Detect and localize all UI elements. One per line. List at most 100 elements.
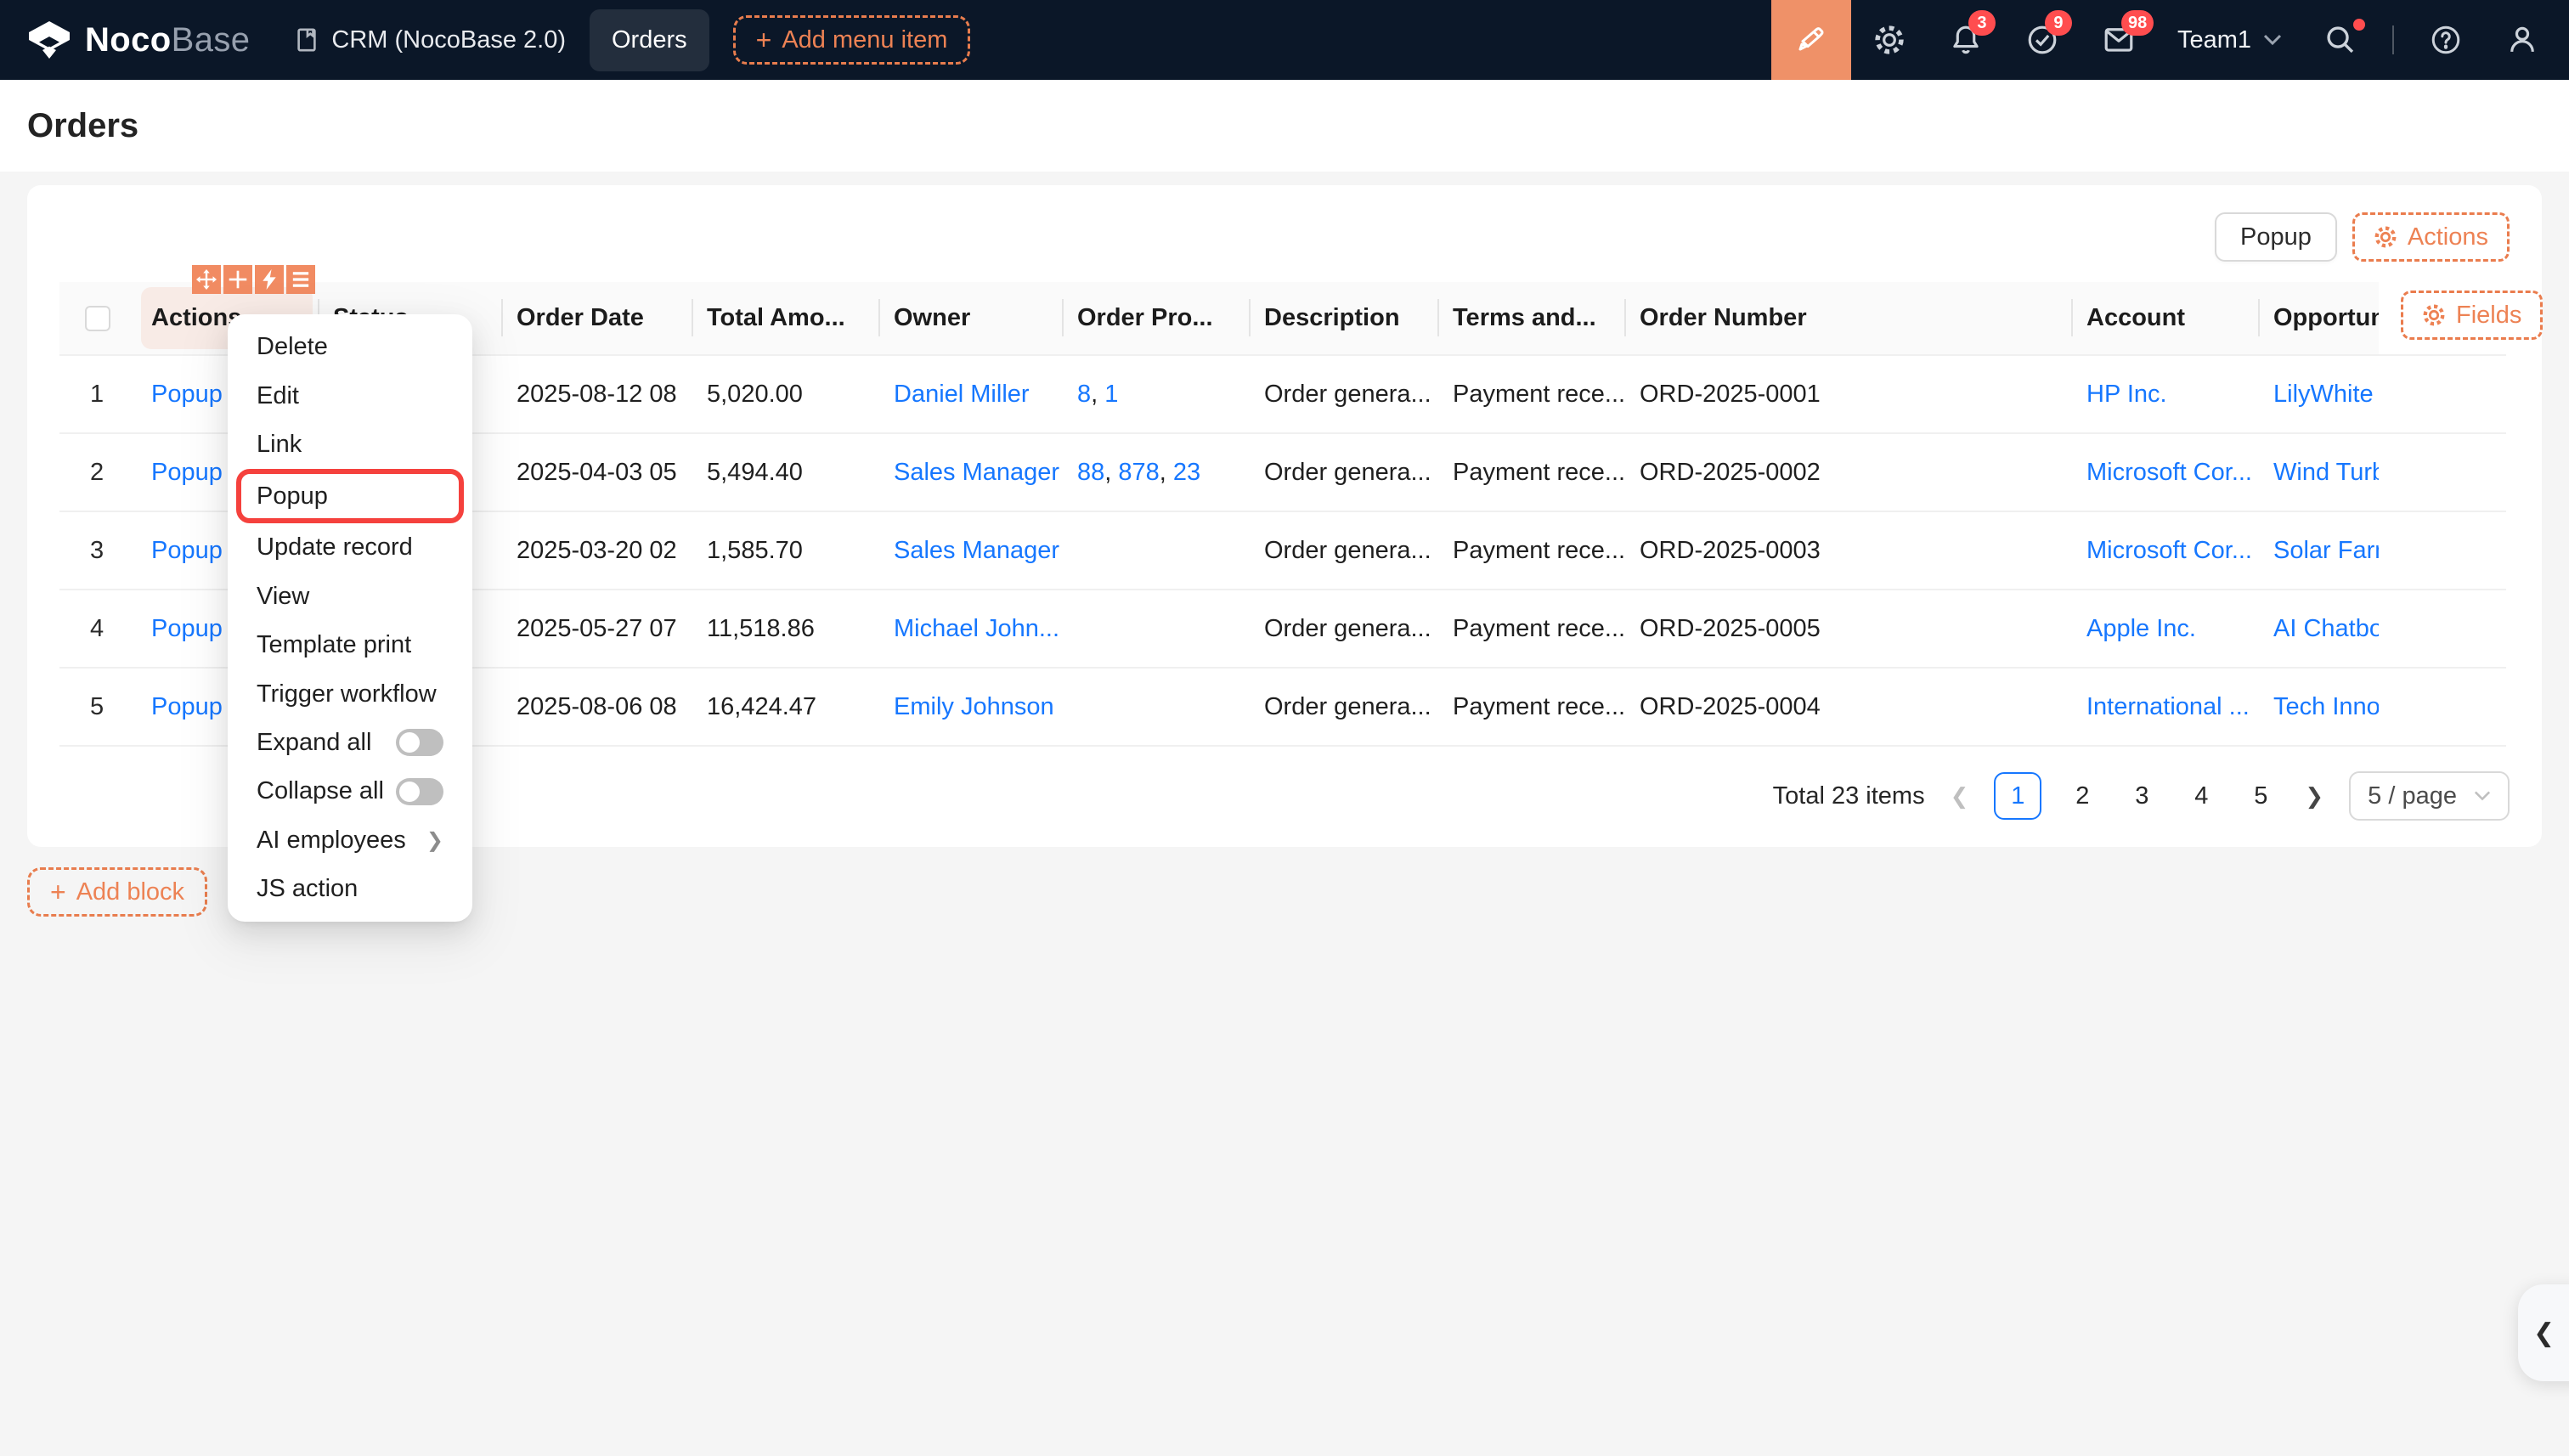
context-menu-item-ai-employees[interactable]: AI employees ❯ [228,816,472,865]
page-number-5[interactable]: 5 [2242,782,2279,810]
row-popup-link[interactable]: Popup [151,537,223,564]
context-menu-item-view[interactable]: View [228,573,472,621]
page-size-select[interactable]: 5 / page [2349,771,2510,821]
settings-button[interactable] [1851,0,1928,80]
chevron-down-icon [2263,34,2282,46]
help-button[interactable] [2408,0,2484,80]
page-number-3[interactable]: 3 [2123,782,2160,810]
column-header-order-number[interactable]: Order Number [1626,282,2073,356]
row-index: 1 [59,355,138,434]
side-panel-toggle[interactable]: ❮ [2518,1284,2569,1381]
add-column-icon[interactable] [223,265,252,294]
column-header-opportunity[interactable]: Opportunit [2260,282,2379,356]
nav-menu-orders[interactable]: Orders [589,8,709,71]
context-menu-item-template-print[interactable]: Template print [228,621,472,669]
cell-total-amount: 16,424.47 [693,668,880,747]
opportunity-link[interactable]: Wind Turbi [2273,459,2379,486]
column-header-total-amount[interactable]: Total Amo... [693,282,880,356]
opportunity-link[interactable]: Solar Farm [2273,537,2379,564]
notifications-button[interactable]: 3 [1928,0,2004,80]
owner-link[interactable]: Sales Manager [894,537,1059,564]
product-link[interactable]: 8 [1077,381,1091,408]
next-page-arrow[interactable]: ❯ [2301,783,2327,810]
cell-filler [2379,590,2506,669]
workspace-menu-item[interactable]: CRM (NocoBase 2.0) [294,26,566,54]
column-header-order-products[interactable]: Order Pro... [1064,282,1251,356]
search-button[interactable] [2302,0,2379,80]
context-menu-item-collapse-all[interactable]: Collapse all [228,767,472,815]
drag-move-icon[interactable] [192,265,221,294]
account-link[interactable]: International ... [2086,693,2250,720]
row-index: 4 [59,590,138,669]
account-link[interactable]: HP Inc. [2086,381,2167,408]
cell-order-products [1064,511,1251,590]
cell-order-number: ORD-2025-0001 [1626,355,2073,434]
row-popup-link[interactable]: Popup [151,381,223,408]
cell-terms: Payment rece... [1439,433,1626,512]
add-block-button[interactable]: + Add block [27,867,208,917]
messages-button[interactable]: 98 [2081,0,2157,80]
opportunity-link[interactable]: AI Chatbot [2273,615,2379,642]
menu-lines-icon[interactable] [286,265,315,294]
context-menu-item-js-action[interactable]: JS action [228,865,472,913]
fields-button[interactable]: Fields [2401,291,2544,340]
account-link[interactable]: Microsoft Cor... [2086,459,2252,486]
column-header-terms[interactable]: Terms and... [1439,282,1626,356]
cell-total-amount: 11,518.86 [693,590,880,669]
plus-icon: + [50,877,66,907]
tasks-button[interactable]: 9 [2004,0,2081,80]
page-number-1[interactable]: 1 [1994,772,2042,820]
row-popup-link[interactable]: Popup [151,615,223,642]
row-popup-link[interactable]: Popup [151,459,223,486]
product-link[interactable]: 878 [1118,459,1159,486]
page-number-2[interactable]: 2 [2064,782,2101,810]
account-link[interactable]: Microsoft Cor... [2086,537,2252,564]
column-header-description[interactable]: Description [1251,282,1439,356]
plus-icon: + [755,25,772,55]
cell-order-date: 2025-03-20 02 [503,511,693,590]
logo-text: NocoBase [85,20,251,59]
designer-toolbar [192,265,315,294]
context-menu-item-update-record[interactable]: Update record [228,523,472,572]
search-icon [2327,26,2354,54]
owner-link[interactable]: Sales Manager [894,459,1059,486]
context-menu-item-edit[interactable]: Edit [228,371,472,420]
cell-filler [2379,668,2506,747]
prev-page-arrow[interactable]: ❮ [1947,783,1973,810]
book-icon [297,28,317,52]
cell-order-number: ORD-2025-0002 [1626,433,2073,512]
lightning-icon[interactable] [255,265,284,294]
owner-link[interactable]: Emily Johnson [894,693,1054,720]
owner-link[interactable]: Michael John... [894,615,1059,642]
popup-toolbar-button[interactable]: Popup [2215,212,2337,262]
product-link[interactable]: 23 [1173,459,1200,486]
page-number-4[interactable]: 4 [2182,782,2220,810]
user-button[interactable] [2484,0,2569,80]
opportunity-link[interactable]: Tech Innov [2273,693,2379,720]
row-popup-link[interactable]: Popup [151,693,223,720]
context-menu-item-link[interactable]: Link [228,420,472,469]
actions-toolbar-button[interactable]: Actions [2352,212,2510,262]
account-link[interactable]: Apple Inc. [2086,615,2196,642]
opportunity-link[interactable]: LilyWhite [2273,381,2374,408]
team-selector[interactable]: Team1 [2157,0,2302,80]
product-link[interactable]: 1 [1104,381,1118,408]
context-menu-item-popup[interactable]: Popup [236,469,464,524]
context-menu-item-delete[interactable]: Delete [228,323,472,371]
product-link[interactable]: 88 [1077,459,1104,486]
add-menu-item-button[interactable]: + Add menu item [732,15,971,65]
column-header-owner[interactable]: Owner [880,282,1064,356]
page-header: Orders [0,80,2569,172]
cell-order-products [1064,668,1251,747]
cell-total-amount: 5,494.40 [693,433,880,512]
ui-editor-toggle-button[interactable] [1770,0,1851,80]
context-menu-item-expand-all[interactable]: Expand all [228,719,472,767]
column-header-account[interactable]: Account [2073,282,2260,356]
column-header-order-date[interactable]: Order Date [503,282,693,356]
select-all-checkbox[interactable] [85,306,110,332]
context-menu-item-trigger-workflow[interactable]: Trigger workflow [228,669,472,718]
nocobase-logo[interactable]: NocoBase [27,21,250,59]
owner-link[interactable]: Daniel Miller [894,381,1030,408]
toggle-switch[interactable] [396,729,443,757]
toggle-switch[interactable] [396,777,443,805]
